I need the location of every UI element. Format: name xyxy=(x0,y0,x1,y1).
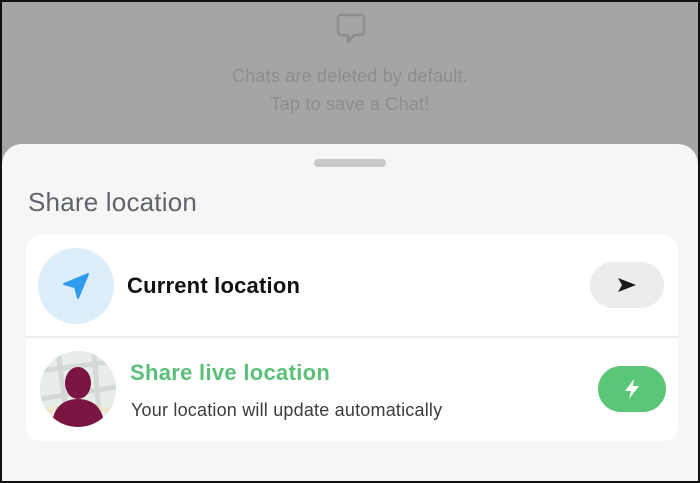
lightning-bolt-icon xyxy=(625,379,639,399)
chat-hint-line-2: Tap to save a Chat! xyxy=(270,94,430,114)
share-location-sheet: Share location Current location Share li… xyxy=(2,144,698,481)
location-arrow-icon xyxy=(38,248,114,324)
sheet-grabber-handle[interactable] xyxy=(314,159,386,167)
share-live-location-subtitle: Your location will update automatically xyxy=(131,400,443,420)
share-live-location-row[interactable]: Share live location Your location will u… xyxy=(26,338,678,441)
chat-bubble-icon xyxy=(336,12,366,46)
send-current-location-button[interactable] xyxy=(590,262,664,308)
location-options-card: Current location Share live location You… xyxy=(26,235,678,441)
current-location-row[interactable]: Current location xyxy=(26,235,678,337)
send-arrow-icon xyxy=(618,278,636,292)
avatar-map-icon xyxy=(40,351,116,427)
screen-frame: Chats are deleted by default. Tap to sav… xyxy=(0,0,700,483)
share-live-location-label: Share live location xyxy=(130,360,331,385)
chat-background: Chats are deleted by default. Tap to sav… xyxy=(2,2,698,152)
current-location-label: Current location xyxy=(127,273,301,298)
sheet-title: Share location xyxy=(28,187,198,217)
chat-hint-line-1: Chats are deleted by default. xyxy=(232,66,468,86)
share-live-location-button[interactable] xyxy=(598,366,666,412)
